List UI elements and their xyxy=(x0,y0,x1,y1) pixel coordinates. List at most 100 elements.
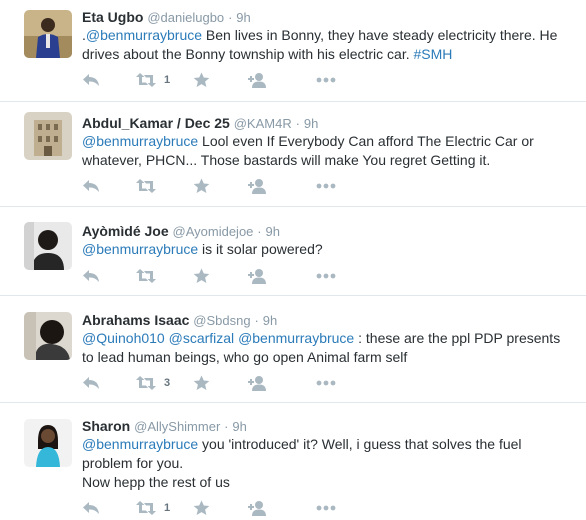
tweet[interactable]: Sharon @AllyShimmer · 9h @benmurraybruce… xyxy=(0,403,586,520)
display-name[interactable]: Abrahams Isaac xyxy=(82,312,189,328)
mention-link[interactable]: @scarfizal xyxy=(169,330,235,346)
star-icon xyxy=(193,72,210,87)
hashtag-link[interactable]: #SMH xyxy=(414,46,453,62)
tweet-text: .@benmurraybruce Ben lives in Bonny, the… xyxy=(82,26,574,64)
mention-link[interactable]: @Quinoh010 xyxy=(82,330,165,346)
timestamp[interactable]: 9h xyxy=(266,224,280,239)
follow-icon xyxy=(248,376,266,391)
more-icon xyxy=(316,505,336,511)
avatar[interactable] xyxy=(24,312,72,360)
tweet-text: @Quinoh010 @scarfizal @benmurraybruce : … xyxy=(82,329,574,367)
reply-icon xyxy=(83,502,99,514)
timestamp[interactable]: 9h xyxy=(263,313,277,328)
tweet[interactable]: Abrahams Isaac @Sbdsng · 9h @Quinoh010 @… xyxy=(0,296,586,403)
username[interactable]: @Sbdsng xyxy=(193,313,250,328)
more-button[interactable] xyxy=(316,177,336,195)
tweet[interactable]: Abdul_Kamar / Dec 25 @KAM4R · 9h @benmur… xyxy=(0,102,586,207)
username[interactable]: @Ayomidejoe xyxy=(173,224,254,239)
more-icon xyxy=(316,183,336,189)
favorite-button[interactable] xyxy=(193,177,210,195)
reply-button[interactable] xyxy=(82,177,100,195)
retweet-button[interactable]: 3 xyxy=(136,374,170,392)
username[interactable]: @KAM4R xyxy=(234,116,292,131)
follow-button[interactable] xyxy=(248,499,268,517)
follow-icon xyxy=(248,73,266,88)
tweet-header: Abrahams Isaac @Sbdsng · 9h xyxy=(82,311,277,330)
tweet-header: Abdul_Kamar / Dec 25 @KAM4R · 9h xyxy=(82,114,318,133)
tweet-actions: 1 xyxy=(82,71,342,89)
tweet[interactable]: Ayòmìdé Joe @Ayomidejoe · 9h @benmurrayb… xyxy=(0,207,586,296)
tweet-header: Sharon @AllyShimmer · 9h xyxy=(82,417,247,436)
follow-icon xyxy=(248,269,266,284)
display-name[interactable]: Abdul_Kamar / Dec 25 xyxy=(82,115,230,131)
follow-icon xyxy=(248,501,266,516)
more-button[interactable] xyxy=(316,71,336,89)
text-body: is it solar powered? xyxy=(198,241,323,257)
username[interactable]: @danielugbo xyxy=(147,10,224,25)
more-button[interactable] xyxy=(316,267,336,285)
retweet-button[interactable] xyxy=(136,177,164,195)
avatar[interactable] xyxy=(24,222,72,270)
avatar[interactable] xyxy=(24,419,72,467)
more-icon xyxy=(316,273,336,279)
retweet-icon xyxy=(136,73,156,87)
tweet[interactable]: Eta Ugbo @danielugbo · 9h .@benmurraybru… xyxy=(0,0,586,102)
mention-link[interactable]: @benmurraybruce xyxy=(82,133,198,149)
more-icon xyxy=(316,380,336,386)
display-name[interactable]: Eta Ugbo xyxy=(82,9,143,25)
follow-button[interactable] xyxy=(248,374,268,392)
reply-button[interactable] xyxy=(82,499,100,517)
follow-button[interactable] xyxy=(248,71,268,89)
username[interactable]: @AllyShimmer xyxy=(134,419,220,434)
follow-button[interactable] xyxy=(248,177,268,195)
mention-link[interactable]: @benmurraybruce xyxy=(86,27,202,43)
retweet-button[interactable]: 1 xyxy=(136,499,170,517)
reply-button[interactable] xyxy=(82,71,100,89)
reply-button[interactable] xyxy=(82,374,100,392)
retweet-icon xyxy=(136,501,156,515)
display-name[interactable]: Ayòmìdé Joe xyxy=(82,223,169,239)
retweet-icon xyxy=(136,269,156,283)
follow-button[interactable] xyxy=(248,267,268,285)
text-line-2: Now hepp the rest of us xyxy=(82,474,230,490)
tweet-actions: 3 xyxy=(82,374,342,392)
favorite-button[interactable] xyxy=(193,499,210,517)
retweet-button[interactable] xyxy=(136,267,164,285)
more-button[interactable] xyxy=(316,499,336,517)
mention-link[interactable]: @benmurraybruce xyxy=(82,436,198,452)
retweet-count: 1 xyxy=(164,74,171,86)
timestamp[interactable]: 9h xyxy=(232,419,246,434)
retweet-button[interactable]: 1 xyxy=(136,71,170,89)
tweet-feed: Eta Ugbo @danielugbo · 9h .@benmurraybru… xyxy=(0,0,586,520)
star-icon xyxy=(193,268,210,283)
timestamp[interactable]: 9h xyxy=(236,10,250,25)
more-button[interactable] xyxy=(316,374,336,392)
reply-button[interactable] xyxy=(82,267,100,285)
tweet-text: @benmurraybruce Lool even If Everybody C… xyxy=(82,132,574,170)
star-icon xyxy=(193,375,210,390)
separator-dot: · xyxy=(254,313,259,328)
reply-icon xyxy=(83,74,99,86)
favorite-button[interactable] xyxy=(193,267,210,285)
star-icon xyxy=(193,500,210,515)
tweet-header: Ayòmìdé Joe @Ayomidejoe · 9h xyxy=(82,222,280,241)
mention-link[interactable]: @benmurraybruce xyxy=(82,241,198,257)
display-name[interactable]: Sharon xyxy=(82,418,130,434)
separator-dot: · xyxy=(295,116,300,131)
avatar[interactable] xyxy=(24,112,72,160)
reply-icon xyxy=(83,270,99,282)
favorite-button[interactable] xyxy=(193,71,210,89)
separator-dot: · xyxy=(224,419,229,434)
timestamp[interactable]: 9h xyxy=(304,116,318,131)
tweet-actions xyxy=(82,267,342,285)
mention-link[interactable]: @benmurraybruce xyxy=(238,330,354,346)
avatar[interactable] xyxy=(24,10,72,58)
favorite-button[interactable] xyxy=(193,374,210,392)
tweet-text: @benmurraybruce you 'introduced' it? Wel… xyxy=(82,435,574,492)
tweet-header: Eta Ugbo @danielugbo · 9h xyxy=(82,8,251,27)
retweet-icon xyxy=(136,376,156,390)
retweet-count: 3 xyxy=(164,377,171,389)
follow-icon xyxy=(248,179,266,194)
tweet-text: @benmurraybruce is it solar powered? xyxy=(82,240,574,259)
tweet-actions xyxy=(82,177,342,195)
